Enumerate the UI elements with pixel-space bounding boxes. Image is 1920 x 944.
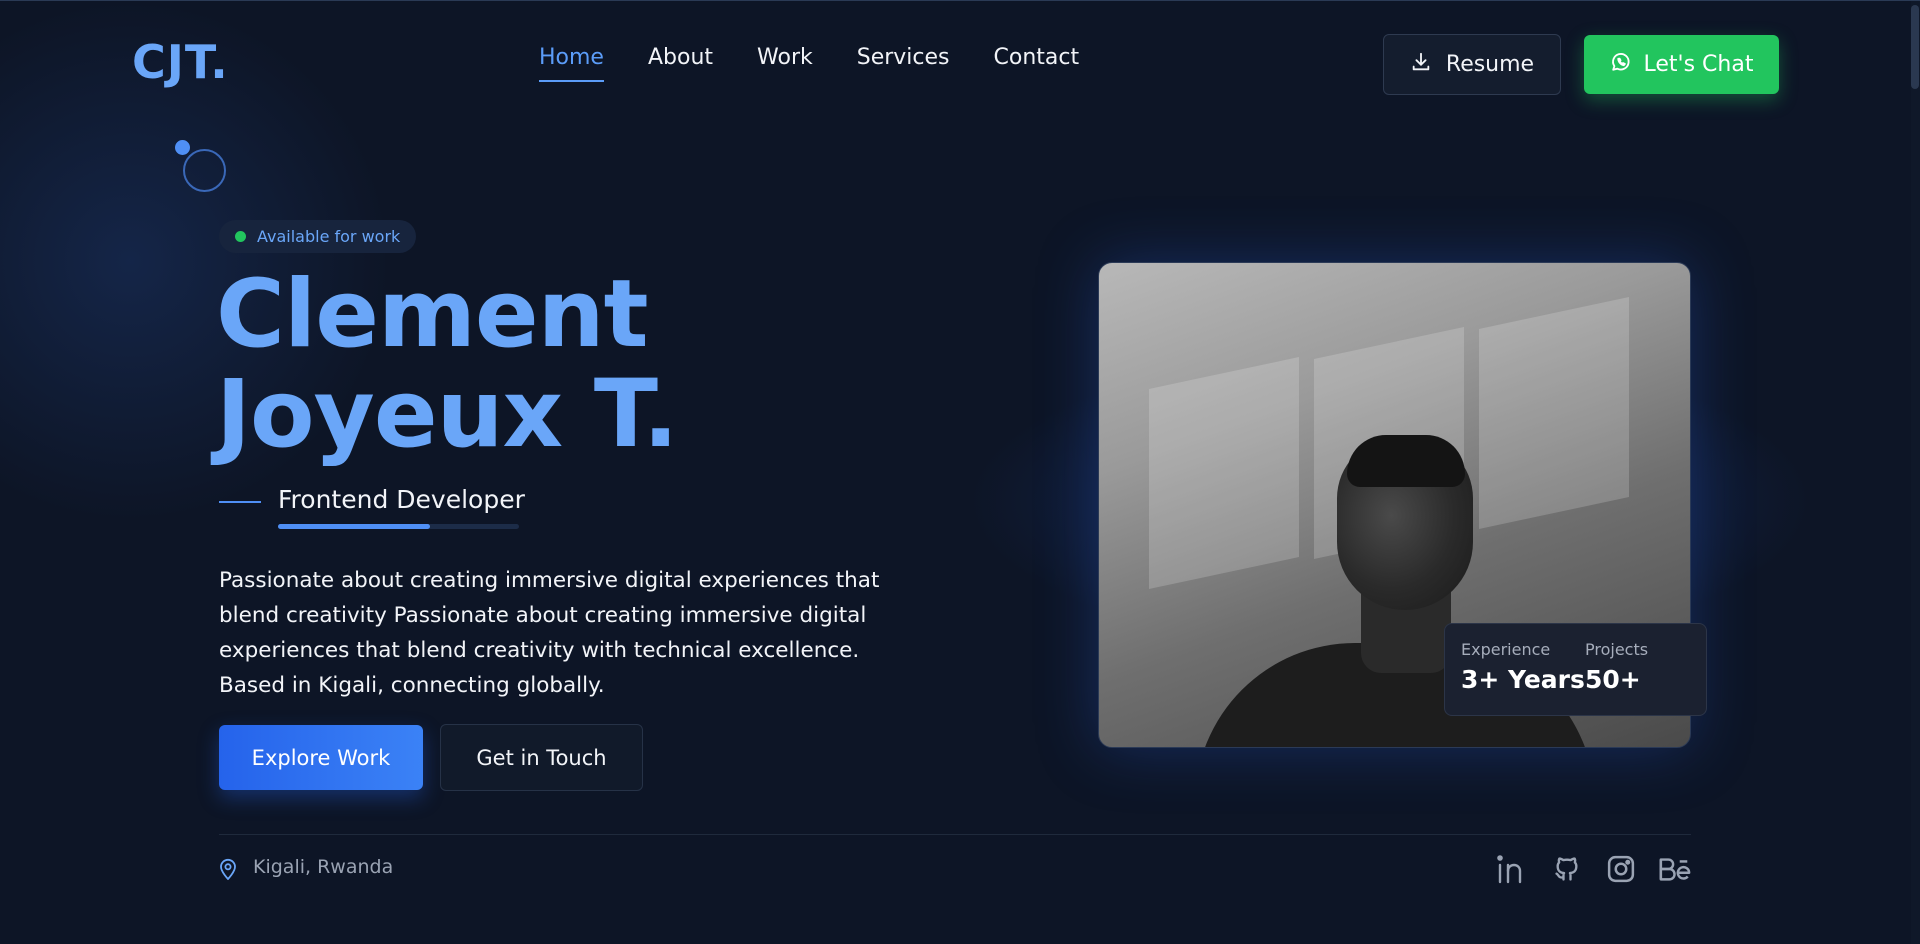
hero-name-line1: Clement xyxy=(216,260,649,369)
github-icon[interactable] xyxy=(1550,852,1584,886)
linkedin-icon[interactable] xyxy=(1495,852,1529,886)
stats-card: Experience 3+ Years Projects 50+ xyxy=(1444,623,1707,716)
whatsapp-icon xyxy=(1610,51,1632,79)
nav-item-home[interactable]: Home xyxy=(539,45,604,82)
person-hair xyxy=(1347,435,1465,487)
page: CJT. Home About Work Services Contact Re… xyxy=(0,0,1920,944)
behance-icon[interactable] xyxy=(1658,852,1692,886)
window-light-shadow xyxy=(1479,297,1629,529)
stat-label: Experience xyxy=(1461,640,1551,659)
availability-badge: Available for work xyxy=(219,220,417,253)
window-light-shadow xyxy=(1149,357,1299,589)
explore-work-button[interactable]: Explore Work xyxy=(219,725,423,790)
location-text: Kigali, Rwanda xyxy=(253,856,394,878)
stat-projects: Projects 50+ xyxy=(1585,640,1648,694)
resume-button-label: Resume xyxy=(1445,52,1535,77)
role-progress-track xyxy=(278,524,519,529)
instagram-icon[interactable] xyxy=(1604,852,1638,886)
decorative-dot xyxy=(175,140,190,155)
stat-value: 3+ Years xyxy=(1461,665,1585,694)
hero-description: Passionate about creating immersive digi… xyxy=(219,568,880,698)
decorative-ring xyxy=(183,149,226,192)
page-scrollbar[interactable] xyxy=(1911,1,1920,944)
availability-badge-label: Available for work xyxy=(257,227,401,246)
stat-value: 50+ xyxy=(1585,665,1641,694)
site-logo[interactable]: CJT. xyxy=(132,35,229,89)
stat-label: Projects xyxy=(1585,640,1649,659)
hero-name-line2: Joyeux T. xyxy=(216,360,678,469)
download-icon xyxy=(1410,51,1432,79)
resume-button[interactable]: Resume xyxy=(1383,34,1561,95)
status-dot-icon xyxy=(235,231,246,242)
stat-experience: Experience 3+ Years xyxy=(1461,640,1585,694)
nav-item-work[interactable]: Work xyxy=(757,45,813,82)
role-progress-fill xyxy=(278,524,430,529)
nav-item-contact[interactable]: Contact xyxy=(994,45,1080,82)
main-nav: Home About Work Services Contact xyxy=(539,45,1123,82)
hero-name: Clement Joyeux T. xyxy=(216,260,678,469)
get-in-touch-button[interactable]: Get in Touch xyxy=(440,724,643,791)
role-title: Frontend Developer xyxy=(278,485,525,514)
scrollbar-thumb[interactable] xyxy=(1911,5,1919,89)
lets-chat-button-label: Let's Chat xyxy=(1643,52,1754,77)
nav-item-services[interactable]: Services xyxy=(857,45,950,82)
role-accent-line xyxy=(219,501,261,503)
nav-item-about[interactable]: About xyxy=(648,45,713,82)
footer-divider xyxy=(219,834,1691,835)
location-pin-icon xyxy=(219,858,237,881)
lets-chat-button[interactable]: Let's Chat xyxy=(1584,35,1779,94)
